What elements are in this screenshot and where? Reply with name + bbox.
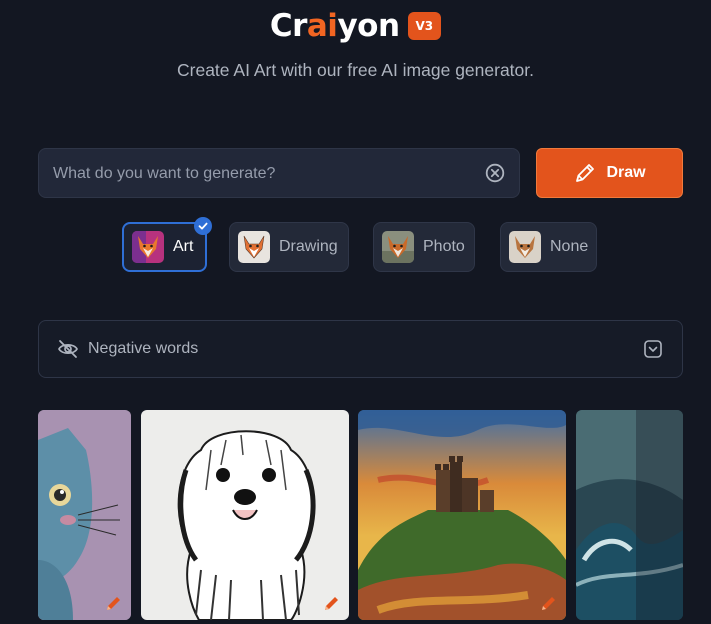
tagline: Create AI Art with our free AI image gen… [177, 60, 534, 80]
style-option-none[interactable]: None [500, 222, 597, 272]
draw-button[interactable]: Draw [536, 148, 683, 198]
draw-button-label: Draw [606, 164, 646, 181]
style-label-art: Art [173, 238, 194, 255]
negative-words-label: Negative words [88, 340, 199, 357]
style-label-photo: Photo [423, 238, 465, 255]
prompt-input[interactable] [51, 149, 475, 199]
logo-text-suffix: yon [337, 8, 400, 44]
chevron-down-icon [644, 340, 662, 363]
style-label-drawing: Drawing [279, 238, 338, 255]
negative-words-toggle[interactable]: Negative words [38, 320, 683, 378]
fox-photo-thumbnail [382, 231, 414, 263]
logo-text-prefix: Cr [269, 8, 308, 44]
version-badge: V3 [407, 12, 442, 40]
pencil-edit-icon[interactable] [323, 594, 341, 612]
pencil-edit-icon[interactable] [105, 594, 123, 612]
craiyon-logo: Craiyon V3 [0, 6, 711, 46]
eye-off-icon [57, 338, 79, 365]
checkmark-icon [194, 217, 212, 235]
style-option-art[interactable]: Art [122, 217, 212, 272]
fox-drawing-thumbnail [238, 231, 270, 263]
style-option-drawing[interactable]: Drawing [229, 222, 349, 272]
gallery-image-castle[interactable] [358, 410, 566, 620]
style-label-none: None [550, 238, 589, 255]
logo-text-accent: ai [306, 8, 338, 44]
fox-none-thumbnail [509, 231, 541, 263]
pencil-icon [573, 161, 597, 185]
clear-icon[interactable] [485, 163, 505, 183]
prompt-box [38, 148, 520, 199]
style-option-photo[interactable]: Photo [373, 222, 475, 272]
pencil-edit-icon[interactable] [540, 594, 558, 612]
gallery-image-cat[interactable] [38, 410, 131, 620]
gallery-image-ocean[interactable] [576, 410, 683, 620]
gallery-image-dog[interactable] [141, 410, 349, 620]
fox-art-thumbnail [132, 231, 164, 263]
